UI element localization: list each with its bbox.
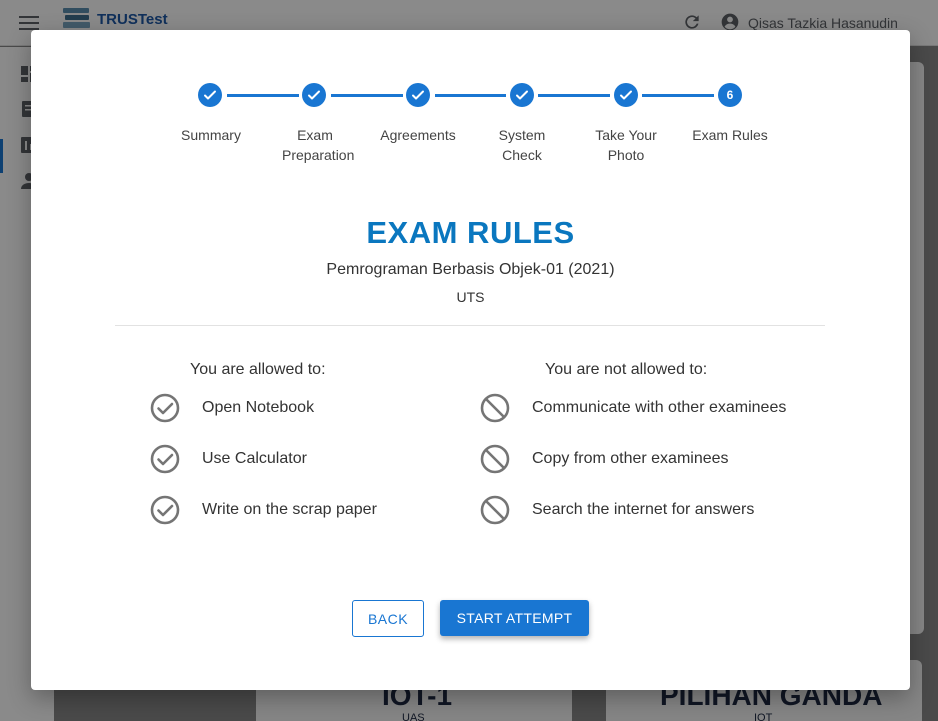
step-3-indicator	[406, 83, 430, 107]
stepper: Summary Exam Preparation Agreements Syst…	[31, 30, 910, 210]
allowed-item: Open Notebook	[149, 392, 314, 424]
step-label-exam-rules: Exam Rules	[692, 127, 768, 143]
not-allowed-item: Copy from other examinees	[479, 443, 729, 475]
back-button[interactable]: BACK	[352, 600, 424, 637]
exam-type: UTS	[456, 289, 485, 305]
course-name: Pemrograman Berbasis Objek-01 (2021)	[326, 261, 615, 278]
step-2-indicator	[302, 83, 326, 107]
check-circle-icon	[150, 495, 180, 525]
check-circle-icon	[150, 393, 180, 423]
step-label-exam-preparation: Exam Preparation	[282, 127, 355, 163]
allowed-item: Use Calculator	[149, 443, 307, 475]
step-5-indicator	[614, 83, 638, 107]
step-label-agreements: Agreements	[380, 127, 456, 143]
exam-rules-dialog: Summary Exam Preparation Agreements Syst…	[31, 30, 910, 690]
step-number: 6	[726, 88, 734, 102]
step-label-system-check: System Check	[498, 127, 546, 163]
allowed-item-label: Open Notebook	[202, 399, 315, 416]
check-icon	[516, 90, 528, 100]
block-icon	[480, 495, 510, 525]
step-6-indicator: 6	[718, 83, 742, 107]
check-circle-icon	[150, 444, 180, 474]
allowed-item-label: Use Calculator	[202, 450, 307, 467]
step-connector	[435, 94, 506, 97]
allowed-item-label: Write on the scrap paper	[202, 501, 377, 518]
not-allowed-item-label: Search the internet for answers	[532, 501, 755, 518]
divider	[115, 325, 825, 326]
block-icon	[480, 393, 510, 423]
not-allowed-item: Search the internet for answers	[479, 494, 754, 526]
step-connector	[538, 94, 610, 97]
check-icon	[204, 90, 216, 100]
allowed-heading: You are allowed to:	[190, 361, 326, 378]
step-label-take-your-photo: Take Your Photo	[595, 127, 657, 163]
step-connector	[227, 94, 299, 97]
step-1-indicator	[198, 83, 222, 107]
step-connector	[331, 94, 403, 97]
check-icon	[412, 90, 424, 100]
page-title: EXAM RULES	[366, 215, 575, 250]
block-icon	[480, 444, 510, 474]
not-allowed-item-label: Copy from other examinees	[532, 450, 729, 467]
allowed-item: Write on the scrap paper	[149, 494, 377, 526]
step-label-summary: Summary	[181, 127, 241, 143]
not-allowed-item: Communicate with other examinees	[479, 392, 786, 424]
not-allowed-item-label: Communicate with other examinees	[532, 399, 787, 416]
start-attempt-button[interactable]: START ATTEMPT	[440, 600, 589, 636]
not-allowed-heading: You are not allowed to:	[545, 361, 708, 378]
step-4-indicator	[510, 83, 534, 107]
check-icon	[620, 90, 632, 100]
step-connector	[642, 94, 714, 97]
check-icon	[308, 90, 320, 100]
